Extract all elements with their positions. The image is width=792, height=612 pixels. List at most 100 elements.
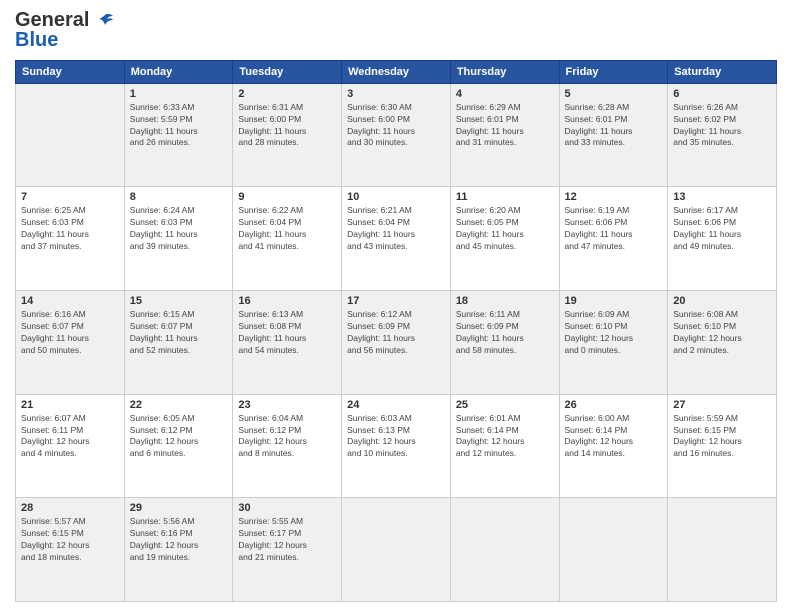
table-cell: [450, 498, 559, 602]
day-info: Sunrise: 6:13 AM Sunset: 6:08 PM Dayligh…: [238, 309, 336, 357]
day-info: Sunrise: 6:30 AM Sunset: 6:00 PM Dayligh…: [347, 102, 445, 150]
day-number: 28: [21, 502, 119, 514]
table-cell: 22 Sunrise: 6:05 AM Sunset: 6:12 PM Dayli…: [124, 394, 233, 498]
day-number: 9: [238, 191, 336, 203]
day-number: 7: [21, 191, 119, 203]
day-info: Sunrise: 6:07 AM Sunset: 6:11 PM Dayligh…: [21, 413, 119, 461]
day-info: Sunrise: 6:05 AM Sunset: 6:12 PM Dayligh…: [130, 413, 228, 461]
table-cell: 13Sunrise: 6:17 AM Sunset: 6:06 PM Dayli…: [668, 187, 777, 291]
day-info: Sunrise: 6:28 AM Sunset: 6:01 PM Dayligh…: [565, 102, 663, 150]
table-cell: 19 Sunrise: 6:09 AM Sunset: 6:10 PM Dayli…: [559, 291, 668, 395]
table-cell: 24Sunrise: 6:03 AM Sunset: 6:13 PM Dayli…: [342, 394, 451, 498]
day-info: Sunrise: 6:16 AM Sunset: 6:07 PM Dayligh…: [21, 309, 119, 357]
calendar-week-row: 28 Sunrise: 5:57 AM Sunset: 6:15 PM Dayli…: [16, 498, 777, 602]
day-number: 16: [238, 295, 336, 307]
day-info: Sunrise: 6:11 AM Sunset: 6:09 PM Dayligh…: [456, 309, 554, 357]
table-cell: 11 Sunrise: 6:20 AM Sunset: 6:05 PM Dayli…: [450, 187, 559, 291]
day-number: 26: [565, 399, 663, 411]
table-cell: [668, 498, 777, 602]
col-sunday: Sunday: [16, 60, 125, 83]
day-number: 14: [21, 295, 119, 307]
col-wednesday: Wednesday: [342, 60, 451, 83]
day-info: Sunrise: 5:57 AM Sunset: 6:15 PM Dayligh…: [21, 516, 119, 564]
day-number: 22: [130, 399, 228, 411]
day-number: 6: [673, 88, 771, 100]
day-info: Sunrise: 6:21 AM Sunset: 6:04 PM Dayligh…: [347, 205, 445, 253]
table-cell: 3 Sunrise: 6:30 AM Sunset: 6:00 PM Daylig…: [342, 83, 451, 187]
day-number: 21: [21, 399, 119, 411]
table-cell: 20 Sunrise: 6:08 AM Sunset: 6:10 PM Dayli…: [668, 291, 777, 395]
day-number: 24: [347, 399, 445, 411]
day-number: 3: [347, 88, 445, 100]
day-number: 23: [238, 399, 336, 411]
col-thursday: Thursday: [450, 60, 559, 83]
day-number: 30: [238, 502, 336, 514]
table-cell: 21 Sunrise: 6:07 AM Sunset: 6:11 PM Dayli…: [16, 394, 125, 498]
day-info: Sunrise: 6:25 AM Sunset: 6:03 PM Dayligh…: [21, 205, 119, 253]
day-number: 27: [673, 399, 771, 411]
day-info: Sunrise: 6:15 AM Sunset: 6:07 PM Dayligh…: [130, 309, 228, 357]
day-info: Sunrise: 6:01 AM Sunset: 6:14 PM Dayligh…: [456, 413, 554, 461]
day-number: 5: [565, 88, 663, 100]
calendar-week-row: 1Sunrise: 6:33 AM Sunset: 5:59 PM Daylig…: [16, 83, 777, 187]
day-number: 8: [130, 191, 228, 203]
day-number: 29: [130, 502, 228, 514]
day-number: 11: [456, 191, 554, 203]
table-cell: 17 Sunrise: 6:12 AM Sunset: 6:09 PM Dayli…: [342, 291, 451, 395]
day-info: Sunrise: 6:20 AM Sunset: 6:05 PM Dayligh…: [456, 205, 554, 253]
day-info: Sunrise: 6:24 AM Sunset: 6:03 PM Dayligh…: [130, 205, 228, 253]
calendar-table: Sunday Monday Tuesday Wednesday Thursday…: [15, 60, 777, 602]
calendar-week-row: 14 Sunrise: 6:16 AM Sunset: 6:07 PM Dayli…: [16, 291, 777, 395]
table-cell: 30 Sunrise: 5:55 AM Sunset: 6:17 PM Dayli…: [233, 498, 342, 602]
logo-general: General: [15, 9, 89, 31]
day-number: 10: [347, 191, 445, 203]
table-cell: 16 Sunrise: 6:13 AM Sunset: 6:08 PM Dayli…: [233, 291, 342, 395]
logo-bird-icon: [95, 11, 115, 31]
table-cell: 23 Sunrise: 6:04 AM Sunset: 6:12 PM Dayli…: [233, 394, 342, 498]
day-info: Sunrise: 6:08 AM Sunset: 6:10 PM Dayligh…: [673, 309, 771, 357]
day-info: Sunrise: 6:29 AM Sunset: 6:01 PM Dayligh…: [456, 102, 554, 150]
table-cell: 4 Sunrise: 6:29 AM Sunset: 6:01 PM Daylig…: [450, 83, 559, 187]
col-saturday: Saturday: [668, 60, 777, 83]
col-tuesday: Tuesday: [233, 60, 342, 83]
table-cell: 25Sunrise: 6:01 AM Sunset: 6:14 PM Dayli…: [450, 394, 559, 498]
day-info: Sunrise: 5:55 AM Sunset: 6:17 PM Dayligh…: [238, 516, 336, 564]
day-info: Sunrise: 6:31 AM Sunset: 6:00 PM Dayligh…: [238, 102, 336, 150]
day-number: 2: [238, 88, 336, 100]
table-cell: 10 Sunrise: 6:21 AM Sunset: 6:04 PM Dayli…: [342, 187, 451, 291]
day-number: 17: [347, 295, 445, 307]
table-cell: 7 Sunrise: 6:25 AM Sunset: 6:03 PM Daylig…: [16, 187, 125, 291]
day-info: Sunrise: 6:00 AM Sunset: 6:14 PM Dayligh…: [565, 413, 663, 461]
day-info: Sunrise: 6:19 AM Sunset: 6:06 PM Dayligh…: [565, 205, 663, 253]
calendar-week-row: 7 Sunrise: 6:25 AM Sunset: 6:03 PM Daylig…: [16, 187, 777, 291]
table-cell: 26 Sunrise: 6:00 AM Sunset: 6:14 PM Dayli…: [559, 394, 668, 498]
day-info: Sunrise: 6:17 AM Sunset: 6:06 PM Dayligh…: [673, 205, 771, 253]
day-info: Sunrise: 6:12 AM Sunset: 6:09 PM Dayligh…: [347, 309, 445, 357]
day-number: 12: [565, 191, 663, 203]
day-info: Sunrise: 6:33 AM Sunset: 5:59 PM Dayligh…: [130, 102, 228, 150]
day-info: Sunrise: 5:56 AM Sunset: 6:16 PM Dayligh…: [130, 516, 228, 564]
day-number: 20: [673, 295, 771, 307]
day-number: 18: [456, 295, 554, 307]
table-cell: 29 Sunrise: 5:56 AM Sunset: 6:16 PM Dayli…: [124, 498, 233, 602]
table-cell: 2 Sunrise: 6:31 AM Sunset: 6:00 PM Daylig…: [233, 83, 342, 187]
table-cell: 1Sunrise: 6:33 AM Sunset: 5:59 PM Daylig…: [124, 83, 233, 187]
table-cell: 28 Sunrise: 5:57 AM Sunset: 6:15 PM Dayli…: [16, 498, 125, 602]
col-friday: Friday: [559, 60, 668, 83]
calendar-header-row: Sunday Monday Tuesday Wednesday Thursday…: [16, 60, 777, 83]
table-cell: 9Sunrise: 6:22 AM Sunset: 6:04 PM Daylig…: [233, 187, 342, 291]
day-info: Sunrise: 5:59 AM Sunset: 6:15 PM Dayligh…: [673, 413, 771, 461]
day-info: Sunrise: 6:04 AM Sunset: 6:12 PM Dayligh…: [238, 413, 336, 461]
table-cell: 8 Sunrise: 6:24 AM Sunset: 6:03 PM Daylig…: [124, 187, 233, 291]
page: General Blue Sunday Monday Tuesday Wedne…: [0, 0, 792, 612]
day-number: 19: [565, 295, 663, 307]
table-cell: 15 Sunrise: 6:15 AM Sunset: 6:07 PM Dayli…: [124, 291, 233, 395]
calendar-week-row: 21 Sunrise: 6:07 AM Sunset: 6:11 PM Dayli…: [16, 394, 777, 498]
col-monday: Monday: [124, 60, 233, 83]
table-cell: 5 Sunrise: 6:28 AM Sunset: 6:01 PM Daylig…: [559, 83, 668, 187]
logo-blue-text: Blue: [15, 29, 58, 52]
day-number: 15: [130, 295, 228, 307]
day-number: 4: [456, 88, 554, 100]
day-info: Sunrise: 6:26 AM Sunset: 6:02 PM Dayligh…: [673, 102, 771, 150]
day-info: Sunrise: 6:09 AM Sunset: 6:10 PM Dayligh…: [565, 309, 663, 357]
